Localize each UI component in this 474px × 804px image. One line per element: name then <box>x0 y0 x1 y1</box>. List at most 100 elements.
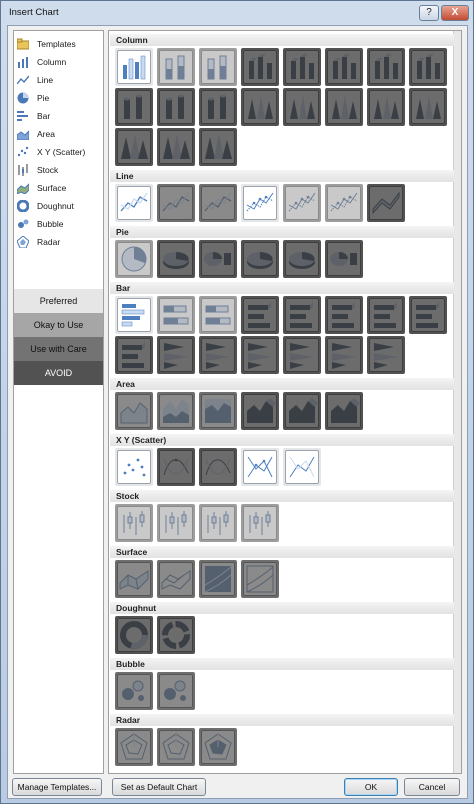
category-item-doughnut[interactable]: Doughnut <box>15 197 103 215</box>
chart-subtype-area-stacked[interactable] <box>157 392 195 430</box>
chart-subtype-line[interactable] <box>199 184 237 222</box>
chart-subtype-pie[interactable] <box>115 240 153 278</box>
set-default-chart-button[interactable]: Set as Default Chart <box>112 778 206 796</box>
bar-3d-icon <box>290 302 313 328</box>
close-button[interactable]: X <box>441 5 469 21</box>
chart-subtype-scatter-smooth[interactable] <box>157 448 195 486</box>
chart-subtype-bar-cone[interactable] <box>199 336 237 374</box>
chart-subtype-area[interactable] <box>115 392 153 430</box>
section-header-bar: Bar <box>110 282 454 294</box>
manage-templates-button[interactable]: Manage Templates... <box>12 778 102 796</box>
chart-subtype-cone[interactable] <box>325 88 363 126</box>
chart-subtype-contour[interactable] <box>199 560 237 598</box>
chart-subtype-bar-cone[interactable] <box>325 336 363 374</box>
ok-button[interactable]: OK <box>344 778 398 796</box>
cone-icon <box>374 95 399 119</box>
help-button[interactable]: ? <box>419 5 439 21</box>
chart-subtype-line[interactable] <box>115 184 153 222</box>
chart-subtype-area-3d[interactable] <box>241 392 279 430</box>
chart-subtype-bubble-3d[interactable] <box>157 672 195 710</box>
chart-subtype-stock-vhlc[interactable] <box>199 504 237 542</box>
column-icon <box>123 55 146 80</box>
chart-subtype-doughnut[interactable] <box>115 616 153 654</box>
chart-subtype-pie-3d[interactable] <box>157 240 195 278</box>
category-item-radar[interactable]: Radar <box>15 233 103 251</box>
chart-subtype-bar-3d[interactable] <box>325 296 363 334</box>
category-item-templates[interactable]: Templates <box>15 35 103 53</box>
chart-subtype-bar-cone[interactable] <box>157 336 195 374</box>
category-item-pie[interactable]: Pie <box>15 89 103 107</box>
chart-subtype-bar-3d[interactable] <box>367 296 405 334</box>
chart-subtype-stock-ohlc[interactable] <box>157 504 195 542</box>
chart-subtype-column-3d[interactable] <box>409 48 447 86</box>
chart-subtype-bar-of-pie[interactable] <box>325 240 363 278</box>
chart-subtype-surface-wire[interactable] <box>157 560 195 598</box>
gallery-scrollbar[interactable] <box>453 31 461 773</box>
chart-subtype-pie-exploded[interactable] <box>241 240 279 278</box>
chart-subtype-column-3d[interactable] <box>325 48 363 86</box>
chart-subtype-cylinder[interactable] <box>199 88 237 126</box>
category-item-bubble[interactable]: Bubble <box>15 215 103 233</box>
chart-subtype-column-3d[interactable] <box>367 48 405 86</box>
chart-subtype-scatter-lines-markers[interactable] <box>241 448 279 486</box>
category-item-area[interactable]: Area <box>15 125 103 143</box>
chart-subtype-contour-wire[interactable] <box>241 560 279 598</box>
chart-subtype-line-markers[interactable] <box>241 184 279 222</box>
chart-subtype-bubble[interactable] <box>115 672 153 710</box>
chart-subtype-bar-stacked[interactable] <box>157 296 195 334</box>
chart-subtype-bar-3d[interactable] <box>409 296 447 334</box>
chart-subtype-line[interactable] <box>157 184 195 222</box>
chart-subtype-cylinder[interactable] <box>157 88 195 126</box>
chart-subtype-scatter-smooth-lines[interactable] <box>199 448 237 486</box>
section-header-line: Line <box>110 170 454 182</box>
chart-subtype-bar-3d[interactable] <box>241 296 279 334</box>
chart-subtype-radar[interactable] <box>115 728 153 766</box>
chart-subtype-column-3d[interactable] <box>241 48 279 86</box>
category-item-column[interactable]: Column <box>15 53 103 71</box>
chart-subtype-radar-filled[interactable] <box>199 728 237 766</box>
chart-subtype-column-stacked[interactable] <box>157 48 195 86</box>
chart-subtype-line-3d[interactable] <box>367 184 405 222</box>
category-item-x-y-scatter[interactable]: X Y (Scatter) <box>15 143 103 161</box>
chart-subtype-area-3d[interactable] <box>283 392 321 430</box>
chart-subtype-cone[interactable] <box>409 88 447 126</box>
chart-subtype-pie-3d-exploded[interactable] <box>283 240 321 278</box>
section-title: Area <box>116 379 135 389</box>
chart-subtype-area-100[interactable] <box>199 392 237 430</box>
chart-subtype-column[interactable] <box>115 48 153 86</box>
chart-subtype-stock-vohlc[interactable] <box>241 504 279 542</box>
chart-subtype-pie-of-pie[interactable] <box>199 240 237 278</box>
chart-subtype-pyramid[interactable] <box>157 128 195 166</box>
chart-subtype-doughnut-exploded[interactable] <box>157 616 195 654</box>
category-item-line[interactable]: Line <box>15 71 103 89</box>
chart-subtype-pyramid[interactable] <box>115 128 153 166</box>
chart-subtype-bar-100[interactable] <box>199 296 237 334</box>
chart-subtype-radar-markers[interactable] <box>157 728 195 766</box>
chart-subtype-cylinder[interactable] <box>115 88 153 126</box>
chart-subtype-bar[interactable] <box>115 296 153 334</box>
chart-subtype-column-3d[interactable] <box>283 48 321 86</box>
chart-subtype-pyramid[interactable] <box>199 128 237 166</box>
cancel-button[interactable]: Cancel <box>404 778 460 796</box>
chart-subtype-bar-cone[interactable] <box>241 336 279 374</box>
chart-subtype-scatter-lines[interactable] <box>283 448 321 486</box>
chart-subtype-cone[interactable] <box>241 88 279 126</box>
category-item-stock[interactable]: Stock <box>15 161 103 179</box>
chart-subtype-line-markers[interactable] <box>283 184 321 222</box>
chart-subtype-bar-cone[interactable] <box>367 336 405 374</box>
category-item-surface[interactable]: Surface <box>15 179 103 197</box>
chart-subtype-column-100[interactable] <box>199 48 237 86</box>
scatter-smooth-lines-icon <box>205 458 231 476</box>
chart-subtype-bar-cone[interactable] <box>283 336 321 374</box>
chart-subtype-stock-hlc[interactable] <box>115 504 153 542</box>
chart-subtype-area-3d[interactable] <box>325 392 363 430</box>
chart-subtype-bar-cyl[interactable] <box>115 336 153 374</box>
chart-subtype-scatter[interactable] <box>115 448 153 486</box>
chart-subtype-bar-3d[interactable] <box>283 296 321 334</box>
chart-subtype-surface-3d[interactable] <box>115 560 153 598</box>
chart-subtype-cone[interactable] <box>283 88 321 126</box>
chart-subtype-cone[interactable] <box>367 88 405 126</box>
bar-cone-icon <box>248 343 272 369</box>
category-item-bar[interactable]: Bar <box>15 107 103 125</box>
chart-subtype-line-markers[interactable] <box>325 184 363 222</box>
